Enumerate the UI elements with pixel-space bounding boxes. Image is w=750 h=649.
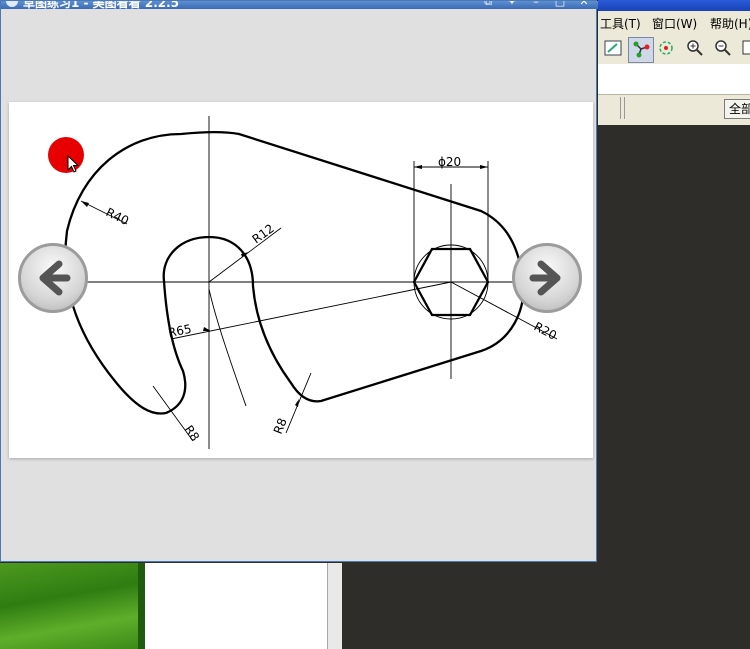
minimize-icon[interactable]: –: [529, 1, 543, 8]
close-icon[interactable]: ✕: [577, 1, 591, 8]
image-viewer-window: 草图练习1 - 美图看看 2.2.5 ⧉ ✦ – □ ✕ ϕ20 R40 R12…: [0, 0, 598, 562]
next-image-button[interactable]: [512, 243, 582, 313]
background-white-panel: [145, 563, 327, 649]
viewer-titlebar[interactable]: 草图练习1 - 美图看看 2.2.5 ⧉ ✦ – □ ✕: [1, 1, 598, 9]
background-canvas: [598, 64, 750, 95]
full-button[interactable]: 全部: [724, 99, 750, 119]
compact-mode-icon[interactable]: ⧉: [481, 1, 495, 8]
menu-tools[interactable]: 工具(T): [600, 15, 641, 32]
prev-arrow-icon: [39, 260, 71, 296]
maximize-icon[interactable]: □: [553, 1, 567, 8]
r65-arc: [208, 288, 247, 407]
next-arrow-icon: [529, 260, 561, 296]
menu-window[interactable]: 窗口(W): [652, 15, 697, 32]
dim-r65-label: R65: [167, 322, 193, 340]
zoom-out-icon[interactable]: [712, 38, 734, 60]
background-toolbar: [598, 34, 750, 64]
app-icon: [6, 1, 18, 7]
wallpaper-edge: [138, 563, 145, 649]
menu-help[interactable]: 帮助(H): [710, 15, 750, 32]
dim-diameter-label: ϕ20: [438, 155, 461, 169]
viewer-title: 草图练习1 - 美图看看 2.2.5: [23, 1, 180, 9]
outer-contour: [64, 130, 525, 415]
fit-window-icon[interactable]: [740, 38, 750, 60]
background-panel-scrollbar[interactable]: [327, 563, 342, 649]
dim-r40-label: R40: [104, 205, 131, 228]
pin-icon[interactable]: ✦: [505, 1, 519, 8]
background-menubar: 工具(T) 窗口(W) 帮助(H): [598, 11, 750, 33]
dim-r20-label: R20: [532, 319, 559, 342]
node-tool-icon[interactable]: [628, 37, 654, 63]
dim-r12-label: R12: [250, 221, 277, 246]
cad-drawing: ϕ20 R40 R12 R65 R20 R8 R8: [61, 116, 559, 449]
rotate-select-icon[interactable]: [656, 38, 678, 60]
zoom-in-icon[interactable]: [684, 38, 706, 60]
desktop-wallpaper-grass: [0, 563, 140, 649]
background-app-titlebar: [598, 0, 750, 11]
mouse-cursor-icon: [67, 155, 80, 173]
image-canvas[interactable]: ϕ20 R40 R12 R65 R20 R8 R8: [9, 102, 593, 458]
dim-r8-right-label: R8: [271, 416, 290, 436]
edit-image-icon[interactable]: [602, 38, 624, 60]
dim-r8-left-label: R8: [182, 423, 203, 444]
previous-image-button[interactable]: [18, 243, 88, 313]
